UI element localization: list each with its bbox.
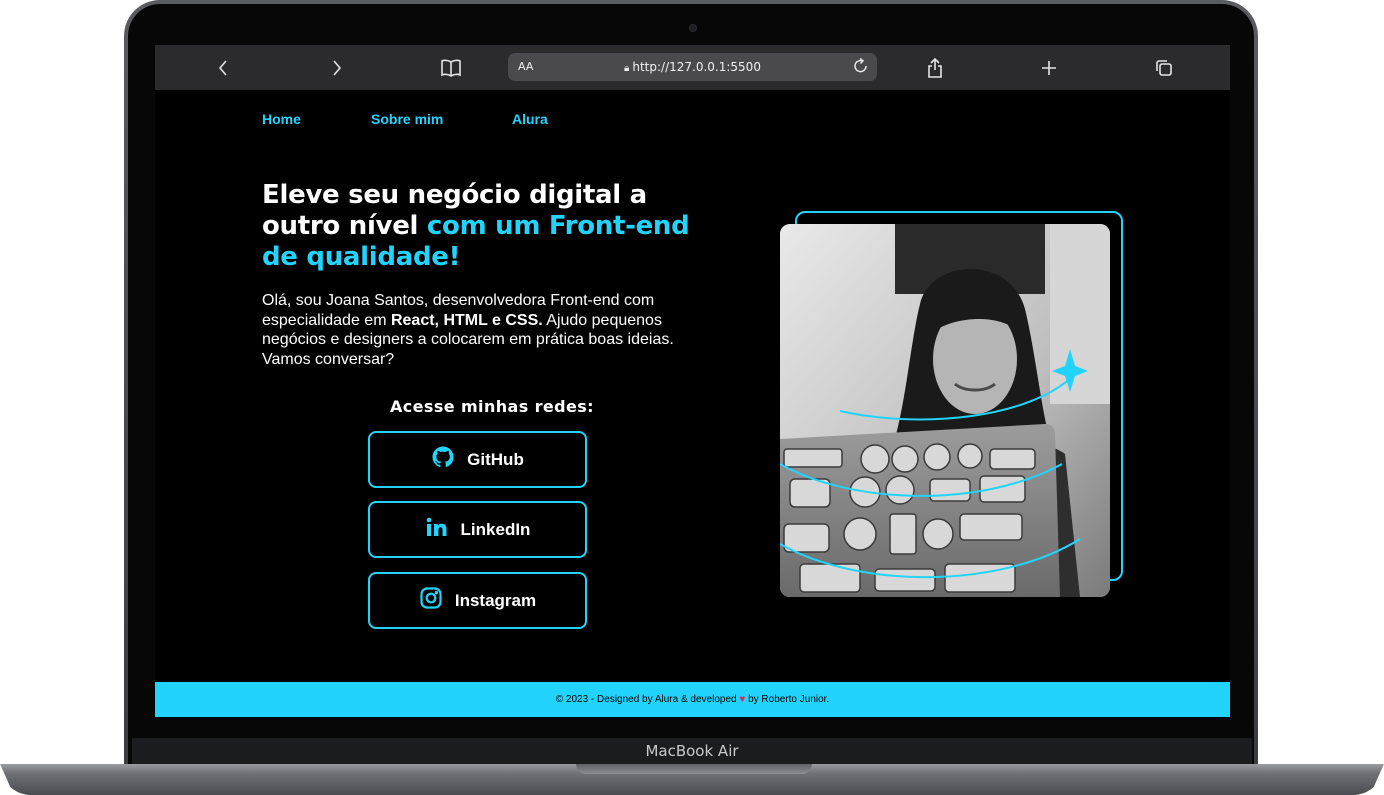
back-icon[interactable] [213, 55, 233, 81]
heart-icon: ♥ [739, 694, 746, 705]
new-tab-icon[interactable] [1039, 55, 1059, 81]
hero-intro: Olá, sou Joana Santos, desenvolvedora Fr… [262, 291, 702, 369]
address-bar[interactable]: AA 🔒︎ http://127.0.0.1:5500 [508, 53, 877, 81]
linkedin-button[interactable]: LinkedIn [368, 501, 587, 558]
forward-icon[interactable] [327, 55, 347, 81]
url-text: http://127.0.0.1:5500 [632, 60, 761, 74]
camera-icon [689, 24, 697, 32]
nav-link-home[interactable]: Home [262, 111, 301, 127]
browser-screen: AA 🔒︎ http://127.0.0.1:5500 Home Sobre m… [155, 45, 1230, 717]
linkedin-label: LinkedIn [460, 519, 531, 539]
share-icon[interactable] [925, 55, 945, 81]
social-title: Acesse minhas redes: [390, 397, 594, 416]
github-icon [431, 445, 455, 474]
laptop-mockup: AA 🔒︎ http://127.0.0.1:5500 Home Sobre m… [0, 0, 1384, 795]
reload-icon[interactable] [853, 57, 869, 80]
instagram-button[interactable]: Instagram [368, 572, 587, 629]
tabs-icon[interactable] [1153, 55, 1175, 81]
device-model-label: MacBook Air [132, 738, 1252, 764]
instagram-icon [419, 586, 443, 615]
instagram-label: Instagram [454, 590, 537, 610]
footer-text-after: by Roberto Junior. [748, 694, 830, 705]
linkedin-icon [425, 516, 449, 543]
page-footer: © 2023 - Designed by Alura & developed ♥… [155, 682, 1230, 717]
lock-icon: 🔒︎ [624, 63, 630, 74]
bookmarks-icon[interactable] [439, 55, 463, 81]
hero-headline: Eleve seu negócio digital a outro nível … [262, 180, 702, 273]
main-nav: Home Sobre mim Alura [155, 90, 1230, 145]
browser-toolbar: AA 🔒︎ http://127.0.0.1:5500 [155, 45, 1230, 90]
nav-link-sobre-mim[interactable]: Sobre mim [371, 111, 443, 127]
intro-bold-text: React, HTML e CSS. [390, 311, 543, 329]
laptop-notch [576, 764, 812, 774]
github-label: GitHub [467, 449, 524, 469]
nav-link-alura[interactable]: Alura [512, 111, 548, 127]
footer-text-before: © 2023 - Designed by Alura & developed [555, 694, 737, 705]
profile-photo [780, 224, 1110, 597]
github-button[interactable]: GitHub [368, 431, 587, 488]
